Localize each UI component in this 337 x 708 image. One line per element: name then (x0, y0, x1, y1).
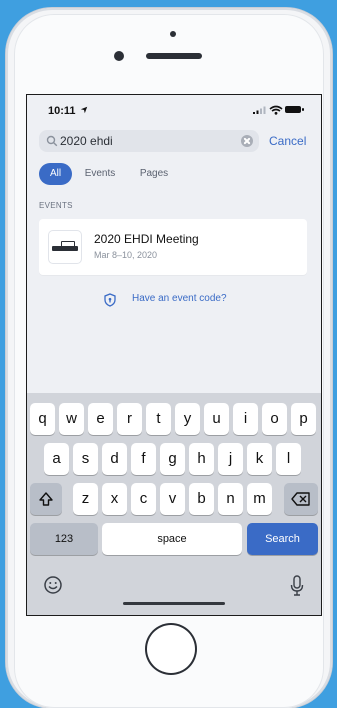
key-t[interactable]: t (146, 403, 171, 435)
phone-screen: 10:11 Cancel All Events Pages EVENTS (26, 94, 322, 616)
search-key[interactable]: Search (247, 523, 318, 555)
key-m[interactable]: m (247, 483, 272, 515)
section-header-events: EVENTS (39, 201, 73, 210)
search-input[interactable] (60, 133, 235, 149)
key-v[interactable]: v (160, 483, 185, 515)
earpiece-speaker (146, 53, 202, 59)
key-s[interactable]: s (73, 443, 98, 475)
key-n[interactable]: n (218, 483, 243, 515)
key-y[interactable]: y (175, 403, 200, 435)
key-l[interactable]: l (276, 443, 301, 475)
key-a[interactable]: a (44, 443, 69, 475)
key-e[interactable]: e (88, 403, 113, 435)
space-key[interactable]: space (102, 523, 242, 555)
key-o[interactable]: o (262, 403, 287, 435)
key-b[interactable]: b (189, 483, 214, 515)
key-z[interactable]: z (73, 483, 98, 515)
key-j[interactable]: j (218, 443, 243, 475)
cancel-button[interactable]: Cancel (269, 134, 306, 148)
key-h[interactable]: h (189, 443, 214, 475)
key-c[interactable]: c (131, 483, 156, 515)
wifi-icon (269, 105, 283, 115)
key-u[interactable]: u (204, 403, 229, 435)
keyboard: q w e r t y u i o p a s d f g h j k l z … (27, 393, 321, 615)
event-logo-bar (52, 246, 78, 251)
search-bar[interactable] (39, 130, 259, 152)
key-f[interactable]: f (131, 443, 156, 475)
front-camera (114, 51, 124, 61)
event-logo (49, 231, 81, 263)
key-r[interactable]: r (117, 403, 142, 435)
shield-icon (104, 293, 116, 307)
key-k[interactable]: k (247, 443, 272, 475)
key-d[interactable]: d (102, 443, 127, 475)
shift-arrow-icon (39, 492, 53, 506)
home-indicator (123, 602, 225, 605)
search-icon (46, 135, 58, 147)
event-code-text: Have an event code? (132, 293, 227, 304)
key-q[interactable]: q (30, 403, 55, 435)
battery-icon (285, 106, 304, 113)
key-p[interactable]: p (291, 403, 316, 435)
backspace-icon (291, 492, 310, 506)
delete-key[interactable] (284, 483, 318, 515)
key-x[interactable]: x (102, 483, 127, 515)
clear-search-icon[interactable] (241, 135, 253, 147)
tab-events[interactable]: Events (80, 163, 120, 185)
event-result-card[interactable]: 2020 EHDI Meeting Mar 8–10, 2020 (39, 219, 307, 275)
event-title: 2020 EHDI Meeting (94, 232, 199, 246)
tab-all[interactable]: All (39, 163, 72, 185)
key-g[interactable]: g (160, 443, 185, 475)
front-sensor (170, 31, 176, 37)
status-bar: 10:11 (27, 95, 321, 125)
home-button[interactable] (147, 625, 195, 673)
cellular-signal-icon (253, 106, 266, 114)
status-time: 10:11 (48, 105, 76, 117)
microphone-icon[interactable] (290, 575, 304, 597)
emoji-face-icon[interactable] (43, 575, 63, 595)
key-w[interactable]: w (59, 403, 84, 435)
shift-key[interactable] (30, 483, 62, 515)
numbers-key[interactable]: 123 (30, 523, 98, 555)
tab-pages[interactable]: Pages (134, 163, 174, 185)
event-date: Mar 8–10, 2020 (94, 250, 158, 260)
location-arrow-icon (80, 106, 88, 114)
key-i[interactable]: i (233, 403, 258, 435)
